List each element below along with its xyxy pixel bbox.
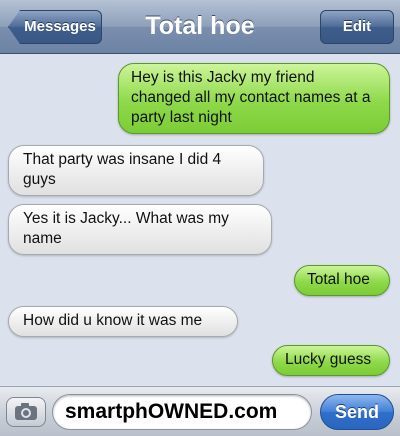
navigation-bar: Messages Total hoe Edit (0, 0, 400, 54)
conversation-title: Total hoe (145, 12, 255, 40)
message-input-field[interactable]: smartphOWNED.com (52, 394, 312, 430)
camera-icon (15, 403, 37, 420)
message-bubble-received: That party was insane I did 4 guys (8, 145, 264, 196)
message-text: Total hoe (307, 271, 370, 288)
compose-bar: smartphOWNED.com Send (0, 386, 400, 436)
message-text: Hey is this Jacky my friend changed all … (131, 69, 371, 126)
back-button[interactable]: Messages (8, 10, 102, 44)
send-button[interactable]: Send (320, 394, 394, 430)
message-text: How did u know it was me (23, 312, 203, 329)
message-bubble-received: Yes it is Jacky... What was my name (8, 204, 272, 255)
camera-button[interactable] (6, 397, 46, 427)
message-bubble-sent: Total hoe (294, 265, 390, 296)
messages-screen: Messages Total hoe Edit Hey is this Jack… (0, 0, 400, 436)
message-bubble-received: How did u know it was me (8, 306, 238, 337)
message-bubble-sent: Hey is this Jacky my friend changed all … (118, 63, 390, 134)
edit-button[interactable]: Edit (320, 10, 394, 44)
message-bubble-sent: Lucky guess (272, 345, 390, 376)
message-text: Lucky guess (285, 351, 372, 368)
message-text: Yes it is Jacky... What was my name (23, 210, 229, 247)
message-text: That party was insane I did 4 guys (23, 151, 222, 188)
